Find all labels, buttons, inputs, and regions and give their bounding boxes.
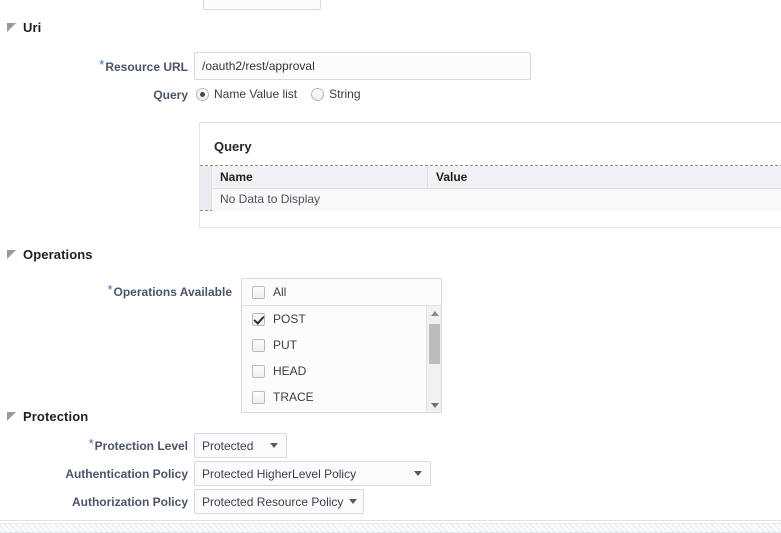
query-panel-title: Query <box>214 139 252 154</box>
label-authentication-policy-text: Authentication Policy <box>65 467 188 481</box>
authorization-policy-value: Protected Resource Policy <box>202 494 344 509</box>
table-empty-message: No Data to Display <box>220 192 321 206</box>
listbox-label-trace: TRACE <box>273 390 314 404</box>
table-header-row: Name Value <box>212 166 781 189</box>
protection-level-value: Protected <box>202 438 254 453</box>
label-protection-level-text: Protection Level <box>94 439 188 453</box>
column-header-value[interactable]: Value <box>436 170 467 184</box>
query-type-radio-group[interactable]: Name Value list String <box>196 86 361 102</box>
label-operations-available: *Operations Available <box>84 282 232 300</box>
required-asterisk-protection-level: * <box>88 436 94 451</box>
label-resource-url: *Resource URL <box>88 57 188 75</box>
radio-label-name-value-list: Name Value list <box>214 87 298 101</box>
label-resource-url-text: Resource URL <box>105 60 188 74</box>
chevron-down-icon[interactable] <box>414 471 422 476</box>
listbox-scrollbar[interactable] <box>426 306 441 412</box>
listbox-label-all: All <box>273 285 287 299</box>
checkbox-trace[interactable] <box>252 390 265 404</box>
scrollbar-thumb[interactable] <box>429 324 440 364</box>
disclosure-triangle-icon <box>7 412 16 421</box>
radio-dot-icon[interactable] <box>311 87 325 101</box>
listbox-scroll-area[interactable]: POST PUT HEAD TRACE <box>242 306 441 412</box>
chevron-down-icon[interactable] <box>270 443 278 448</box>
query-panel: Query Name Value No Data to Display <box>199 122 781 228</box>
radio-dot-icon[interactable] <box>196 87 209 101</box>
radio-label-string: String <box>329 87 361 101</box>
table-row-gutter <box>200 166 212 210</box>
form-canvas: Uri *Resource URL Query Name Value list … <box>0 0 781 533</box>
section-header-protection[interactable]: Protection <box>7 407 88 425</box>
disclosure-triangle-icon <box>7 250 16 259</box>
listbox-item-head[interactable]: HEAD <box>242 358 441 384</box>
authentication-policy-select[interactable]: Protected HigherLevel Policy <box>194 461 431 486</box>
partial-dropdown-above[interactable] <box>203 0 321 10</box>
label-protection-level: *Protection Level <box>84 436 188 454</box>
query-table: Name Value No Data to Display <box>200 165 781 211</box>
section-header-uri[interactable]: Uri <box>7 18 41 36</box>
resource-url-input[interactable] <box>194 52 531 80</box>
listbox-label-put: PUT <box>273 338 297 352</box>
radio-option-string[interactable]: String <box>311 87 361 101</box>
radio-option-name-value-list[interactable]: Name Value list <box>196 87 297 101</box>
content-bottom-divider <box>0 520 781 521</box>
protection-level-select[interactable]: Protected <box>194 433 287 458</box>
section-title-operations: Operations <box>23 246 93 262</box>
operations-listbox[interactable]: All POST PUT HEAD TRACE <box>241 278 442 413</box>
authorization-policy-select[interactable]: Protected Resource Policy <box>194 489 364 514</box>
section-header-operations[interactable]: Operations <box>7 245 93 263</box>
listbox-item-trace[interactable]: TRACE <box>242 384 441 410</box>
listbox-item-all[interactable]: All <box>242 279 441 306</box>
checkbox-put[interactable] <box>252 338 265 352</box>
label-authentication-policy: Authentication Policy <box>60 467 188 482</box>
column-header-name[interactable]: Name <box>220 170 253 184</box>
chevron-down-icon[interactable] <box>349 499 358 504</box>
section-title-uri: Uri <box>23 19 42 35</box>
disclosure-triangle-icon <box>7 23 16 32</box>
listbox-item-post[interactable]: POST <box>242 306 441 332</box>
required-asterisk-operations-available: * <box>107 282 113 297</box>
column-divider[interactable] <box>427 166 428 189</box>
required-asterisk-resource-url: * <box>99 57 105 72</box>
listbox-label-head: HEAD <box>273 364 307 378</box>
checkbox-post[interactable] <box>252 312 265 326</box>
scroll-down-arrow-icon[interactable] <box>427 398 442 412</box>
label-query-type-text: Query <box>153 88 188 102</box>
checkbox-all[interactable] <box>252 285 265 299</box>
table-body: No Data to Display <box>212 189 781 211</box>
label-authorization-policy: Authorization Policy <box>64 495 188 510</box>
listbox-item-put[interactable]: PUT <box>242 332 441 358</box>
authentication-policy-value: Protected HigherLevel Policy <box>202 466 357 481</box>
label-operations-available-text: Operations Available <box>113 285 232 299</box>
section-title-protection: Protection <box>23 408 89 424</box>
panel-resize-handle[interactable] <box>0 523 781 533</box>
label-authorization-policy-text: Authorization Policy <box>71 495 188 509</box>
checkbox-head[interactable] <box>252 364 265 378</box>
label-query-type: Query <box>110 88 188 103</box>
listbox-label-post: POST <box>273 312 306 326</box>
scroll-up-arrow-icon[interactable] <box>427 306 442 320</box>
